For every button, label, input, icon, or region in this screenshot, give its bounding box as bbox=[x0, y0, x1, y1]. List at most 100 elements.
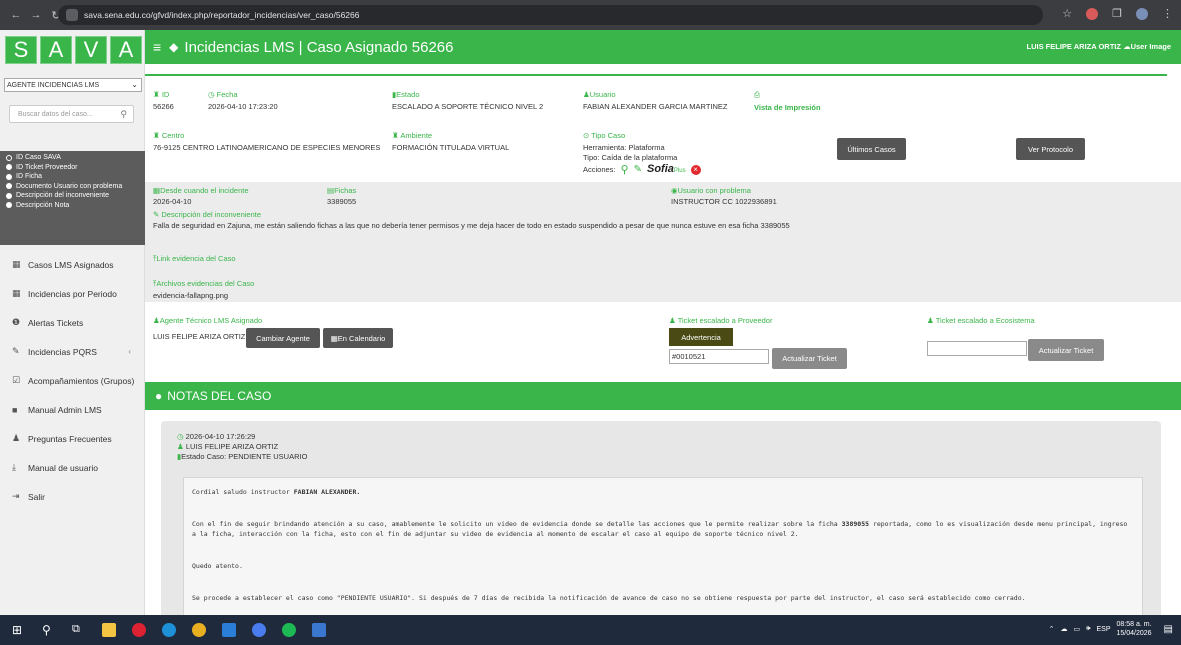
search-placeholder: Buscar datos del caso... bbox=[18, 110, 93, 118]
calendar-icon: ▦ bbox=[12, 259, 21, 269]
windows-taskbar: ⊞ ⚲ ⧉ ⌃ ☁ ▭ 🕪 ESP 08:58 a. m. 15/04/2026… bbox=[0, 615, 1181, 645]
sidebar-item-casos-lms[interactable]: ▦ Casos LMS Asignados bbox=[0, 250, 145, 279]
ver-protocolo-button[interactable]: Ver Protocolo bbox=[1016, 138, 1085, 160]
opera-icon[interactable] bbox=[132, 623, 146, 637]
sidebar-item-incidencias-periodo[interactable]: ▦ Incidencias por Periodo bbox=[0, 279, 145, 308]
network-icon[interactable]: ▭ bbox=[1073, 625, 1080, 633]
filter-radio-nota[interactable]: Descripción Nota bbox=[6, 201, 145, 211]
sidebar-item-manual-admin[interactable]: ■ Manual Admin LMS bbox=[0, 395, 145, 424]
chevron-up-icon[interactable]: ⌃ bbox=[1049, 625, 1055, 633]
filter-radio-id-caso[interactable]: ID Caso SAVA bbox=[6, 153, 145, 163]
close-circle-icon[interactable]: × bbox=[690, 165, 701, 175]
sidebar-item-preguntas[interactable]: ♟ Preguntas Frecuentes bbox=[0, 424, 145, 453]
forward-icon[interactable]: → bbox=[26, 9, 46, 21]
field-estado: ▮Estado ESCALADO A SOPORTE TÉCNICO NIVEL… bbox=[392, 90, 544, 111]
user-icon: ♟ bbox=[177, 442, 184, 451]
edge-icon[interactable] bbox=[162, 623, 176, 637]
edit-square-icon: ✎ bbox=[153, 210, 160, 219]
filter-radio-id-ticket[interactable]: ID Ticket Proveedor bbox=[6, 163, 145, 173]
radio-icon bbox=[6, 183, 12, 189]
sidebar-item-pqrs[interactable]: ✎ Incidencias PQRS ‹ bbox=[0, 337, 145, 366]
university-icon: ♜ bbox=[153, 90, 160, 99]
spotify-icon[interactable] bbox=[282, 623, 296, 637]
radio-icon bbox=[6, 164, 12, 170]
filter-radio-id-ficha[interactable]: ID Ficha bbox=[6, 172, 145, 182]
comments-icon: ● bbox=[155, 389, 163, 403]
language-indicator[interactable]: ESP bbox=[1096, 626, 1110, 633]
search-icon[interactable]: ⚲ bbox=[621, 165, 629, 176]
advertencia-button[interactable]: Advertencia bbox=[669, 328, 733, 346]
en-calendario-button[interactable]: ▦ En Calendario bbox=[323, 328, 393, 348]
cloud-icon[interactable]: ☁ bbox=[1060, 625, 1067, 633]
extensions-puzzle-icon[interactable]: ❐ bbox=[1112, 7, 1122, 20]
cambiar-agente-button[interactable]: Cambiar Agente bbox=[246, 328, 320, 348]
logo-letter: A bbox=[110, 36, 142, 64]
logo-letter: A bbox=[40, 36, 72, 64]
evidence-file-link[interactable]: evidencia-fallapng.png bbox=[153, 291, 228, 300]
user-icon: ♟ bbox=[927, 316, 934, 325]
ticket-proveedor-input[interactable]: #0010521 bbox=[669, 349, 769, 364]
user-menu[interactable]: LUIS FELIPE ARIZA ORTIZ ☁User Image bbox=[1027, 42, 1171, 51]
task-view-icon[interactable]: ⧉ bbox=[72, 623, 86, 637]
circle-check-icon: ⊙ bbox=[583, 131, 590, 140]
address-bar[interactable]: sava.sena.edu.co/gfvd/index.php/reportad… bbox=[58, 5, 1043, 25]
user-icon: ♟ bbox=[669, 316, 676, 325]
profile-avatar-icon[interactable] bbox=[1136, 7, 1148, 20]
field-fecha: ◷ Fecha 2026-04-10 17:23:20 bbox=[208, 90, 278, 111]
field-usuario-problema: ◉Usuario con problema INSTRUCTOR CC 1022… bbox=[671, 186, 777, 206]
user-icon: ♟ bbox=[583, 90, 590, 99]
ticket-proveedor-label: ♟ Ticket escalado a Proveedor bbox=[669, 316, 773, 325]
sava-logo[interactable]: S A V A bbox=[5, 36, 142, 64]
logo-letter: V bbox=[75, 36, 107, 64]
notifications-icon[interactable]: ▤ bbox=[1164, 624, 1173, 635]
case-search-input[interactable]: Buscar datos del caso... ⚲ bbox=[9, 105, 134, 123]
field-fichas: ▤Fichas 3389055 bbox=[327, 186, 357, 206]
app-icon[interactable] bbox=[312, 623, 326, 637]
chrome-profile-icon[interactable] bbox=[252, 623, 266, 637]
field-tipo-caso: ⊙ Tipo Caso Herramienta: Plataforma Tipo… bbox=[583, 131, 701, 176]
logo-letter: S bbox=[5, 36, 37, 64]
url-text: sava.sena.edu.co/gfvd/index.php/reportad… bbox=[84, 10, 360, 20]
field-id: ♜ ID 56266 bbox=[153, 90, 174, 111]
search-icon[interactable]: ⚲ bbox=[120, 109, 127, 120]
sidebar-item-alertas[interactable]: ❶ Alertas Tickets bbox=[0, 308, 145, 337]
sidebar-item-acompanamientos[interactable]: ☑ Acompañamientos (Grupos) bbox=[0, 366, 145, 395]
radio-selected-icon bbox=[6, 154, 12, 161]
sidebar-item-manual-usuario[interactable]: ⤓ Manual de usuario bbox=[0, 453, 145, 482]
search-icon[interactable]: ⚲ bbox=[42, 623, 56, 637]
menu-toggle-icon[interactable]: ≡ bbox=[153, 39, 161, 55]
role-select[interactable]: AGENTE INCIDENCIAS LMS ⌄ bbox=[4, 78, 142, 92]
radio-icon bbox=[6, 192, 12, 199]
browser-menu-icon[interactable]: ⋮ bbox=[1162, 7, 1173, 20]
extension-icon[interactable] bbox=[1086, 7, 1099, 20]
link-evidencia[interactable]: ⤒Link evidencia del Caso bbox=[153, 254, 236, 264]
clock-icon: ◷ bbox=[177, 432, 184, 441]
volume-icon[interactable]: 🕪 bbox=[1086, 625, 1090, 633]
ticket-ecosistema-input[interactable] bbox=[927, 341, 1027, 356]
windows-start-icon[interactable]: ⊞ bbox=[12, 623, 26, 637]
archivos-evidencia-label: ⤒Archivos evidencias del Caso bbox=[153, 279, 255, 288]
chrome-icon[interactable] bbox=[192, 623, 206, 637]
back-icon[interactable]: ← bbox=[6, 9, 26, 21]
bookmark-star-icon[interactable]: ☆ bbox=[1062, 7, 1072, 20]
actualizar-ticket-ecosistema-button[interactable]: Actualizar Ticket bbox=[1028, 339, 1104, 361]
sidebar-item-salir[interactable]: ⇥ Salir bbox=[0, 482, 145, 511]
sofia-plus-logo[interactable]: SofiaPlus bbox=[647, 164, 686, 176]
app-icon[interactable] bbox=[222, 623, 236, 637]
field-ambiente: ♜ Ambiente FORMACIÓN TITULADA VIRTUAL bbox=[392, 131, 510, 152]
university-icon: ♜ bbox=[153, 131, 160, 140]
filter-radio-descripcion[interactable]: Descripción del inconveniente bbox=[6, 191, 145, 201]
users-icon: ♟ bbox=[12, 433, 21, 443]
pencil-icon[interactable]: ✎ bbox=[634, 165, 642, 175]
field-centro: ♜ Centro 76-9125 CENTRO LATINOAMERICANO … bbox=[153, 131, 381, 152]
site-info-icon[interactable] bbox=[66, 9, 78, 21]
print-view-link[interactable]: ⎙ Vista de Impresión bbox=[754, 90, 821, 113]
actualizar-ticket-button[interactable]: Actualizar Ticket bbox=[772, 348, 847, 369]
file-explorer-icon[interactable] bbox=[102, 623, 116, 637]
ultimos-casos-button[interactable]: Últimos Casos bbox=[837, 138, 906, 160]
sidebar: S A V A AGENTE INCIDENCIAS LMS ⌄ Buscar … bbox=[0, 30, 145, 615]
clock[interactable]: 08:58 a. m. 15/04/2026 bbox=[1117, 620, 1152, 638]
printer-icon: ⎙ bbox=[754, 90, 760, 99]
role-select-value: AGENTE INCIDENCIAS LMS bbox=[7, 81, 100, 89]
filter-radio-documento[interactable]: Documento Usuario con problema bbox=[6, 182, 145, 192]
